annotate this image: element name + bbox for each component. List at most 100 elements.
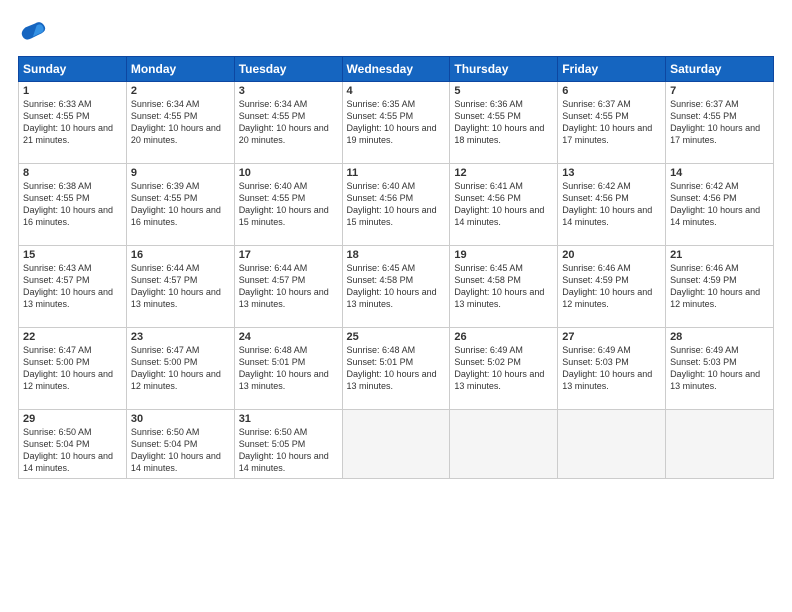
day-info: Sunrise: 6:40 AMSunset: 4:56 PMDaylight:…	[347, 180, 446, 229]
day-number: 24	[239, 331, 338, 343]
day-number: 2	[131, 85, 230, 97]
day-info: Sunrise: 6:40 AMSunset: 4:55 PMDaylight:…	[239, 180, 338, 229]
calendar-header-tuesday: Tuesday	[234, 57, 342, 82]
day-number: 20	[562, 249, 661, 261]
day-info: Sunrise: 6:38 AMSunset: 4:55 PMDaylight:…	[23, 180, 122, 229]
calendar-cell: 14Sunrise: 6:42 AMSunset: 4:56 PMDayligh…	[666, 164, 774, 246]
calendar-header-saturday: Saturday	[666, 57, 774, 82]
calendar-cell: 8Sunrise: 6:38 AMSunset: 4:55 PMDaylight…	[19, 164, 127, 246]
day-number: 18	[347, 249, 446, 261]
calendar-cell: 31Sunrise: 6:50 AMSunset: 5:05 PMDayligh…	[234, 410, 342, 479]
day-info: Sunrise: 6:48 AMSunset: 5:01 PMDaylight:…	[347, 344, 446, 393]
day-number: 26	[454, 331, 553, 343]
day-number: 27	[562, 331, 661, 343]
calendar-cell: 30Sunrise: 6:50 AMSunset: 5:04 PMDayligh…	[126, 410, 234, 479]
day-info: Sunrise: 6:50 AMSunset: 5:04 PMDaylight:…	[23, 426, 122, 475]
day-info: Sunrise: 6:44 AMSunset: 4:57 PMDaylight:…	[239, 262, 338, 311]
day-info: Sunrise: 6:35 AMSunset: 4:55 PMDaylight:…	[347, 98, 446, 147]
day-number: 11	[347, 167, 446, 179]
calendar-cell: 12Sunrise: 6:41 AMSunset: 4:56 PMDayligh…	[450, 164, 558, 246]
calendar-cell: 1Sunrise: 6:33 AMSunset: 4:55 PMDaylight…	[19, 82, 127, 164]
day-info: Sunrise: 6:48 AMSunset: 5:01 PMDaylight:…	[239, 344, 338, 393]
calendar-cell: 16Sunrise: 6:44 AMSunset: 4:57 PMDayligh…	[126, 246, 234, 328]
day-info: Sunrise: 6:39 AMSunset: 4:55 PMDaylight:…	[131, 180, 230, 229]
calendar-cell: 18Sunrise: 6:45 AMSunset: 4:58 PMDayligh…	[342, 246, 450, 328]
day-info: Sunrise: 6:46 AMSunset: 4:59 PMDaylight:…	[670, 262, 769, 311]
calendar-cell: 19Sunrise: 6:45 AMSunset: 4:58 PMDayligh…	[450, 246, 558, 328]
day-number: 15	[23, 249, 122, 261]
day-info: Sunrise: 6:49 AMSunset: 5:03 PMDaylight:…	[562, 344, 661, 393]
day-number: 12	[454, 167, 553, 179]
calendar-header-friday: Friday	[558, 57, 666, 82]
calendar-cell: 6Sunrise: 6:37 AMSunset: 4:55 PMDaylight…	[558, 82, 666, 164]
day-info: Sunrise: 6:46 AMSunset: 4:59 PMDaylight:…	[562, 262, 661, 311]
day-number: 31	[239, 413, 338, 425]
calendar-cell: 26Sunrise: 6:49 AMSunset: 5:02 PMDayligh…	[450, 328, 558, 410]
day-info: Sunrise: 6:45 AMSunset: 4:58 PMDaylight:…	[454, 262, 553, 311]
calendar-cell: 25Sunrise: 6:48 AMSunset: 5:01 PMDayligh…	[342, 328, 450, 410]
calendar-cell: 20Sunrise: 6:46 AMSunset: 4:59 PMDayligh…	[558, 246, 666, 328]
day-info: Sunrise: 6:45 AMSunset: 4:58 PMDaylight:…	[347, 262, 446, 311]
header	[18, 18, 774, 46]
day-number: 7	[670, 85, 769, 97]
day-info: Sunrise: 6:47 AMSunset: 5:00 PMDaylight:…	[23, 344, 122, 393]
calendar-cell: 28Sunrise: 6:49 AMSunset: 5:03 PMDayligh…	[666, 328, 774, 410]
calendar-cell: 29Sunrise: 6:50 AMSunset: 5:04 PMDayligh…	[19, 410, 127, 479]
day-info: Sunrise: 6:33 AMSunset: 4:55 PMDaylight:…	[23, 98, 122, 147]
day-info: Sunrise: 6:42 AMSunset: 4:56 PMDaylight:…	[562, 180, 661, 229]
calendar-cell	[558, 410, 666, 479]
day-info: Sunrise: 6:36 AMSunset: 4:55 PMDaylight:…	[454, 98, 553, 147]
calendar-cell	[342, 410, 450, 479]
day-info: Sunrise: 6:37 AMSunset: 4:55 PMDaylight:…	[670, 98, 769, 147]
calendar-cell: 23Sunrise: 6:47 AMSunset: 5:00 PMDayligh…	[126, 328, 234, 410]
calendar-header-sunday: Sunday	[19, 57, 127, 82]
day-info: Sunrise: 6:34 AMSunset: 4:55 PMDaylight:…	[239, 98, 338, 147]
day-info: Sunrise: 6:49 AMSunset: 5:03 PMDaylight:…	[670, 344, 769, 393]
calendar-header-row: SundayMondayTuesdayWednesdayThursdayFrid…	[19, 57, 774, 82]
calendar-cell: 2Sunrise: 6:34 AMSunset: 4:55 PMDaylight…	[126, 82, 234, 164]
day-number: 21	[670, 249, 769, 261]
day-number: 17	[239, 249, 338, 261]
calendar-cell: 5Sunrise: 6:36 AMSunset: 4:55 PMDaylight…	[450, 82, 558, 164]
day-number: 30	[131, 413, 230, 425]
calendar-cell	[666, 410, 774, 479]
calendar-cell	[450, 410, 558, 479]
day-number: 9	[131, 167, 230, 179]
calendar-cell: 17Sunrise: 6:44 AMSunset: 4:57 PMDayligh…	[234, 246, 342, 328]
calendar-cell: 21Sunrise: 6:46 AMSunset: 4:59 PMDayligh…	[666, 246, 774, 328]
calendar-table: SundayMondayTuesdayWednesdayThursdayFrid…	[18, 56, 774, 479]
day-number: 22	[23, 331, 122, 343]
day-number: 13	[562, 167, 661, 179]
calendar-cell: 3Sunrise: 6:34 AMSunset: 4:55 PMDaylight…	[234, 82, 342, 164]
day-number: 16	[131, 249, 230, 261]
calendar-cell: 7Sunrise: 6:37 AMSunset: 4:55 PMDaylight…	[666, 82, 774, 164]
day-info: Sunrise: 6:41 AMSunset: 4:56 PMDaylight:…	[454, 180, 553, 229]
calendar-cell: 4Sunrise: 6:35 AMSunset: 4:55 PMDaylight…	[342, 82, 450, 164]
calendar-cell: 13Sunrise: 6:42 AMSunset: 4:56 PMDayligh…	[558, 164, 666, 246]
day-number: 10	[239, 167, 338, 179]
day-number: 19	[454, 249, 553, 261]
day-number: 1	[23, 85, 122, 97]
day-info: Sunrise: 6:43 AMSunset: 4:57 PMDaylight:…	[23, 262, 122, 311]
page: SundayMondayTuesdayWednesdayThursdayFrid…	[0, 0, 792, 612]
calendar-header-thursday: Thursday	[450, 57, 558, 82]
day-number: 28	[670, 331, 769, 343]
calendar-cell: 10Sunrise: 6:40 AMSunset: 4:55 PMDayligh…	[234, 164, 342, 246]
calendar-header-monday: Monday	[126, 57, 234, 82]
calendar-cell: 9Sunrise: 6:39 AMSunset: 4:55 PMDaylight…	[126, 164, 234, 246]
calendar-cell: 24Sunrise: 6:48 AMSunset: 5:01 PMDayligh…	[234, 328, 342, 410]
day-info: Sunrise: 6:44 AMSunset: 4:57 PMDaylight:…	[131, 262, 230, 311]
day-info: Sunrise: 6:47 AMSunset: 5:00 PMDaylight:…	[131, 344, 230, 393]
calendar-cell: 27Sunrise: 6:49 AMSunset: 5:03 PMDayligh…	[558, 328, 666, 410]
day-number: 14	[670, 167, 769, 179]
day-info: Sunrise: 6:50 AMSunset: 5:05 PMDaylight:…	[239, 426, 338, 475]
day-number: 8	[23, 167, 122, 179]
day-info: Sunrise: 6:50 AMSunset: 5:04 PMDaylight:…	[131, 426, 230, 475]
day-info: Sunrise: 6:42 AMSunset: 4:56 PMDaylight:…	[670, 180, 769, 229]
logo	[18, 18, 50, 46]
day-info: Sunrise: 6:34 AMSunset: 4:55 PMDaylight:…	[131, 98, 230, 147]
day-number: 23	[131, 331, 230, 343]
day-number: 29	[23, 413, 122, 425]
day-number: 3	[239, 85, 338, 97]
day-info: Sunrise: 6:49 AMSunset: 5:02 PMDaylight:…	[454, 344, 553, 393]
